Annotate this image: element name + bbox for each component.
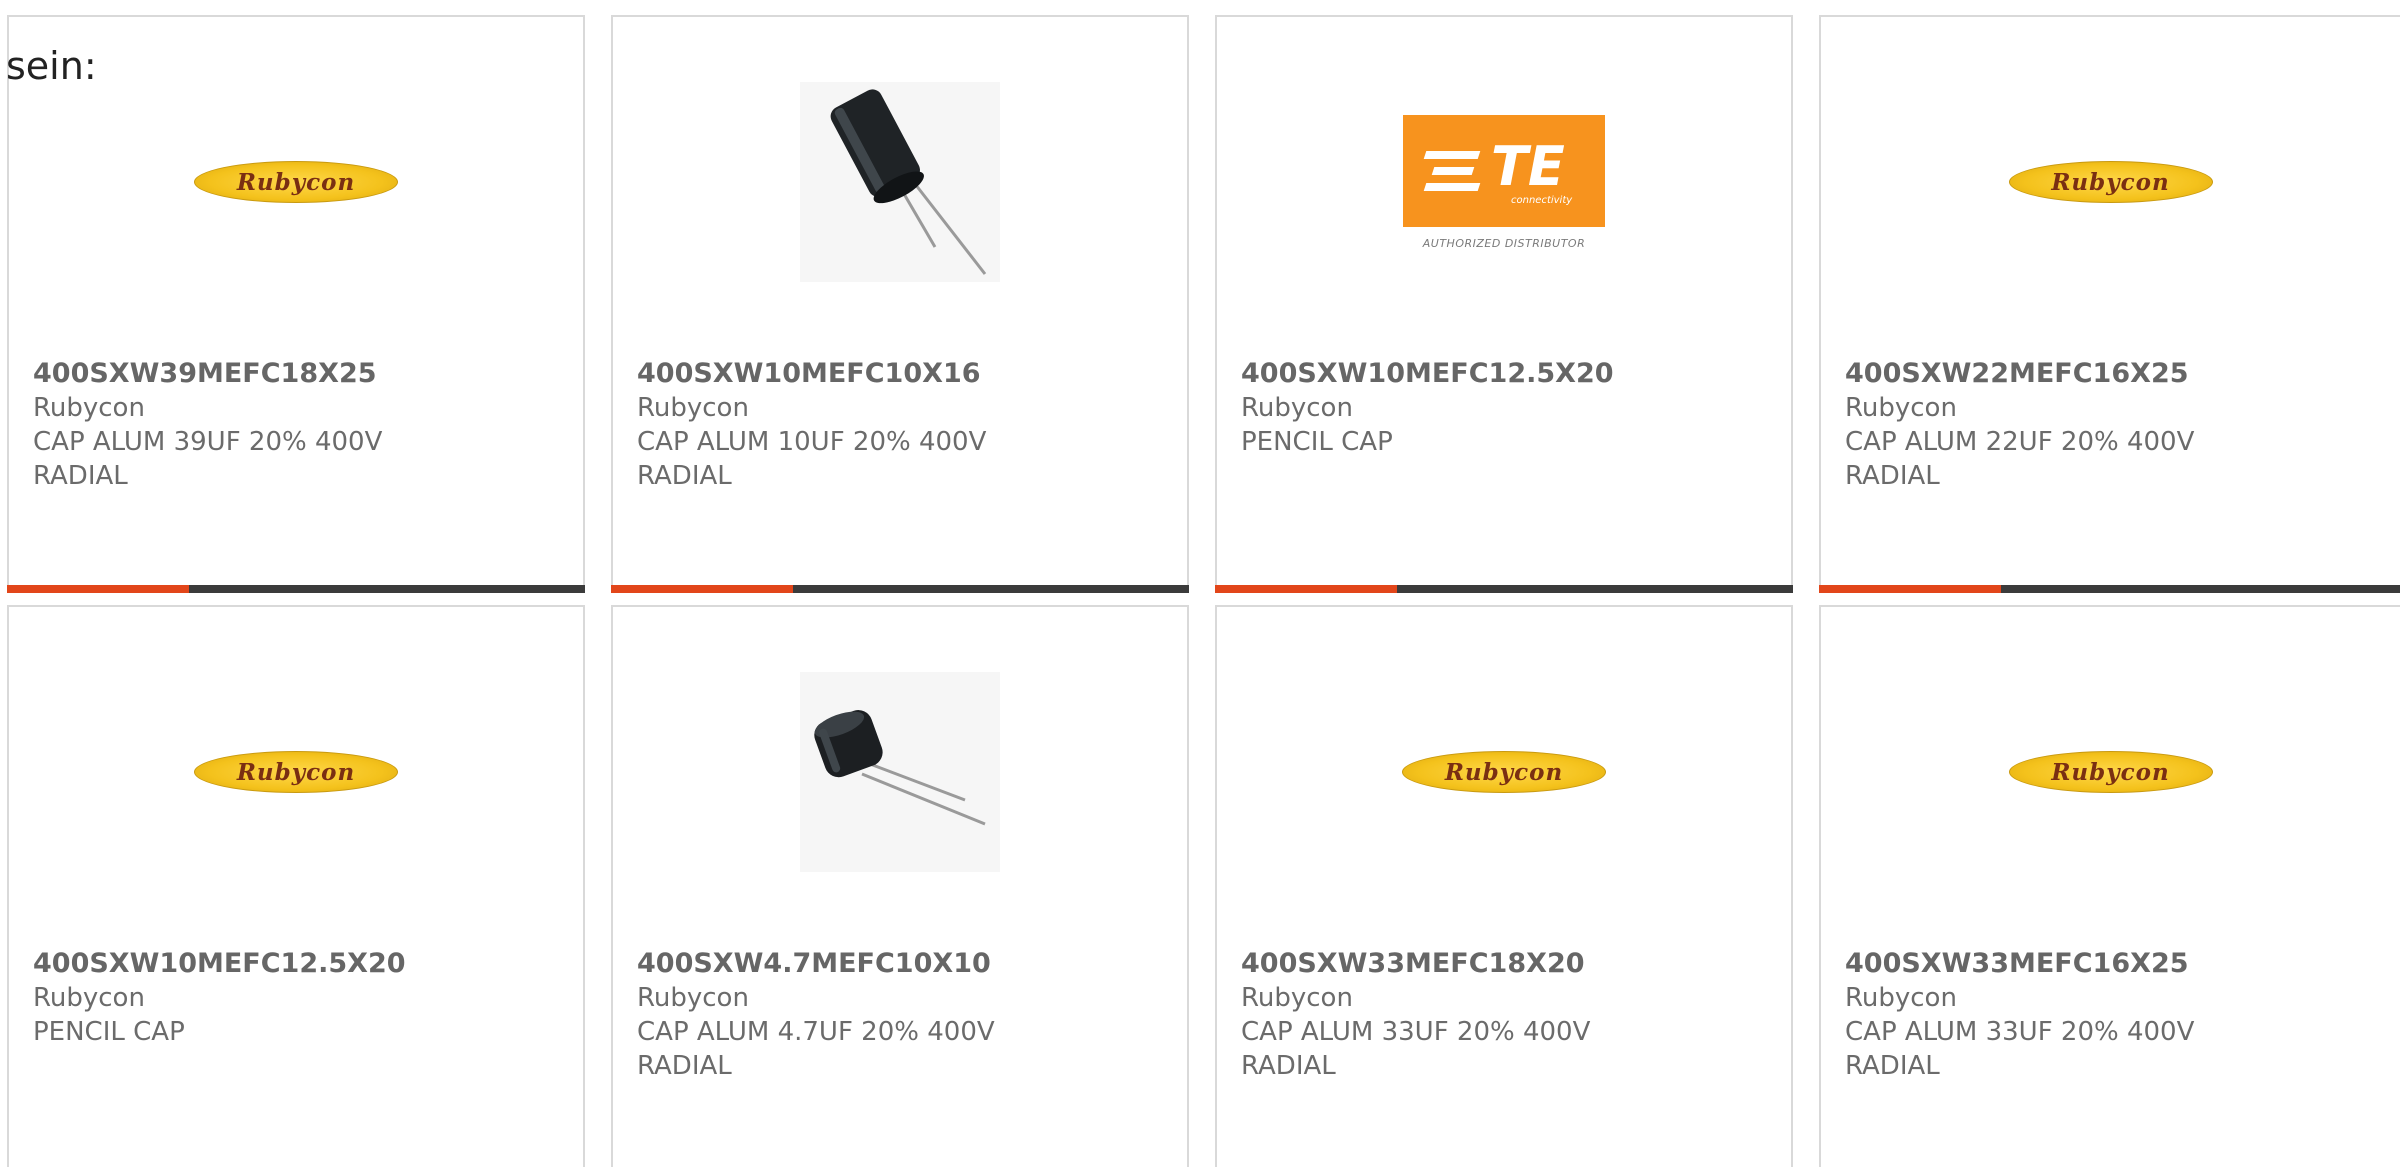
card-accent — [1215, 585, 1397, 593]
lead-text: sein: — [6, 44, 97, 88]
manufacturer: Rubycon — [637, 393, 749, 423]
manufacturer: Rubycon — [1845, 393, 1957, 423]
description: PENCIL CAP — [1241, 427, 1393, 457]
product-image — [613, 77, 1187, 287]
capacitor-photo — [800, 672, 1000, 872]
manufacturer: Rubycon — [1241, 393, 1353, 423]
card-bottom-bar — [7, 585, 585, 593]
description: PENCIL CAP — [33, 1017, 185, 1047]
rubycon-logo: Rubycon — [2008, 751, 2213, 793]
part-number[interactable]: 400SXW10MEFC10X16 — [637, 357, 1167, 391]
description: CAP ALUM 33UF 20% 400V — [1845, 1017, 2195, 1047]
product-image — [613, 667, 1187, 877]
part-number[interactable]: 400SXW4.7MEFC10X10 — [637, 947, 1167, 981]
part-number[interactable]: 400SXW39MEFC18X25 — [33, 357, 563, 391]
part-number[interactable]: 400SXW10MEFC12.5X20 — [1241, 357, 1771, 391]
rubycon-logo: Rubycon — [2008, 161, 2213, 203]
rubycon-logo: Rubycon — [194, 751, 398, 793]
part-number[interactable]: 400SXW33MEFC18X20 — [1241, 947, 1771, 981]
description: CAP ALUM 10UF 20% 400V — [637, 427, 987, 457]
product-card[interactable]: 400SXW10MEFC10X16 Rubycon CAP ALUM 10UF … — [611, 15, 1189, 593]
card-accent — [7, 585, 189, 593]
product-grid-page: sein: Rubycon 400SXW39MEFC18X25 Rubycon … — [0, 0, 2400, 1167]
description: CAP ALUM 39UF 20% 400V — [33, 427, 383, 457]
manufacturer: Rubycon — [33, 393, 145, 423]
description: CAP ALUM 22UF 20% 400V — [1845, 427, 2195, 457]
product-card[interactable]: Rubycon 400SXW33MEFC18X20 Rubycon CAP AL… — [1215, 605, 1793, 1167]
card-bottom-bar — [1215, 585, 1793, 593]
description: CAP ALUM 4.7UF 20% 400V — [637, 1017, 995, 1047]
description-line-2: RADIAL — [1845, 461, 1940, 491]
product-card[interactable]: Rubycon 400SXW10MEFC12.5X20 Rubycon PENC… — [7, 605, 585, 1167]
rubycon-logo: Rubycon — [194, 161, 398, 203]
description-line-2: RADIAL — [1845, 1051, 1940, 1081]
product-card[interactable]: Rubycon 400SXW22MEFC16X25 Rubycon CAP AL… — [1819, 15, 2400, 593]
product-image: TE connectivity AUTHORIZED DISTRIBUTOR — [1217, 77, 1791, 287]
card-accent — [611, 585, 793, 593]
part-number[interactable]: 400SXW33MEFC16X25 — [1845, 947, 2380, 981]
product-card[interactable]: TE connectivity AUTHORIZED DISTRIBUTOR 4… — [1215, 15, 1793, 593]
card-bottom-bar — [611, 585, 1189, 593]
manufacturer: Rubycon — [637, 983, 749, 1013]
product-image: Rubycon — [1821, 667, 2400, 877]
manufacturer: Rubycon — [33, 983, 145, 1013]
capacitor-photo — [800, 82, 1000, 282]
card-bottom-bar — [1819, 585, 2400, 593]
part-number[interactable]: 400SXW22MEFC16X25 — [1845, 357, 2380, 391]
product-image: Rubycon — [9, 77, 583, 287]
description-line-2: RADIAL — [33, 461, 128, 491]
manufacturer: Rubycon — [1241, 983, 1353, 1013]
product-card[interactable]: 400SXW4.7MEFC10X10 Rubycon CAP ALUM 4.7U… — [611, 605, 1189, 1167]
card-accent — [1819, 585, 2001, 593]
rubycon-logo: Rubycon — [1402, 751, 1606, 793]
manufacturer: Rubycon — [1845, 983, 1957, 1013]
product-card[interactable]: Rubycon 400SXW39MEFC18X25 Rubycon CAP AL… — [7, 15, 585, 593]
description-line-2: RADIAL — [637, 461, 732, 491]
description: CAP ALUM 33UF 20% 400V — [1241, 1017, 1591, 1047]
product-card[interactable]: Rubycon 400SXW33MEFC16X25 Rubycon CAP AL… — [1819, 605, 2400, 1167]
product-image: Rubycon — [1217, 667, 1791, 877]
description-line-2: RADIAL — [637, 1051, 732, 1081]
product-image: Rubycon — [9, 667, 583, 877]
te-connectivity-logo: TE connectivity AUTHORIZED DISTRIBUTOR — [1403, 114, 1605, 250]
description-line-2: RADIAL — [1241, 1051, 1336, 1081]
part-number[interactable]: 400SXW10MEFC12.5X20 — [33, 947, 563, 981]
product-image: Rubycon — [1821, 77, 2400, 287]
